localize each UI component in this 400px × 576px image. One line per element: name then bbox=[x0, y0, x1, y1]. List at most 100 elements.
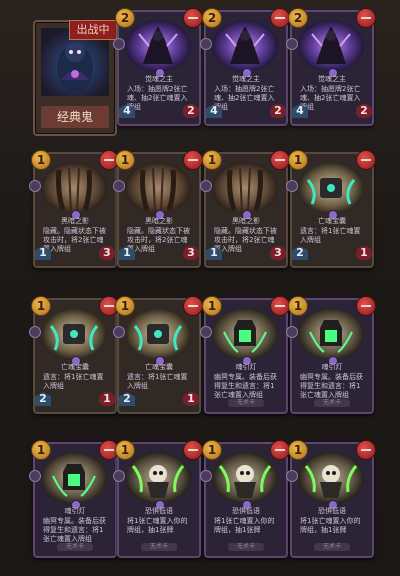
health-value: 1 bbox=[183, 392, 199, 406]
health-value: 2 bbox=[270, 104, 286, 118]
health-value: 3 bbox=[270, 246, 286, 260]
card-name: 恐惧低语 bbox=[145, 507, 173, 515]
card-footer: 无术卡 bbox=[314, 543, 350, 551]
deck-card[interactable]: 1 恐惧低语 将1张亡魂置入你的牌组，抽1张牌 无术卡 bbox=[200, 440, 290, 558]
rarity-gem-icon bbox=[200, 180, 212, 192]
rarity-gem-icon bbox=[29, 470, 41, 482]
deck-card[interactable]: 2 觉魂之主 入场：抽愿牌2张亡魂、抽2张亡魂置入牌组 4 2 bbox=[200, 8, 290, 126]
card-description: 幽冥专属。装备后获得复生和遗言：将1张亡魂置入牌组 bbox=[300, 373, 363, 399]
card-name: 亡魂宝囊 bbox=[61, 363, 89, 371]
remove-card-button[interactable] bbox=[270, 8, 290, 28]
card-cost: 1 bbox=[288, 150, 308, 170]
card-art bbox=[125, 452, 191, 504]
card-description: 将1张亡魂置入你的牌组，抽1张牌 bbox=[214, 517, 275, 534]
rarity-gem-icon bbox=[286, 470, 298, 482]
remove-card-button[interactable] bbox=[270, 150, 290, 170]
card-name: 魂引灯 bbox=[64, 507, 86, 515]
deck-card[interactable]: 1 亡魂宝囊 遗言：将1张亡魂置入牌组 2 1 bbox=[286, 150, 376, 268]
deck-card[interactable]: 2 觉魂之主 入场：抽愿牌2张亡魂、抽2张亡魂置入牌组 4 2 bbox=[113, 8, 203, 126]
remove-card-button[interactable] bbox=[183, 440, 203, 460]
card-footer: 无术卡 bbox=[57, 543, 93, 551]
rarity-gem-icon bbox=[200, 326, 212, 338]
card-art bbox=[212, 308, 278, 360]
card-art bbox=[298, 308, 364, 360]
card-name: 黑暗之影 bbox=[61, 217, 89, 225]
card-name: 亡魂宝囊 bbox=[318, 217, 346, 225]
deck-card[interactable]: 1 黑暗之影 隐藏。隐藏状态下被攻击时，将2张亡魂置入牌组 1 3 bbox=[29, 150, 119, 268]
card-art bbox=[125, 20, 191, 72]
health-value: 2 bbox=[356, 104, 372, 118]
rarity-gem-icon bbox=[200, 38, 212, 50]
deck-card[interactable]: 2 觉魂之主 入场：抽愿牌2张亡魂、抽2张亡魂置入牌组 4 2 bbox=[286, 8, 376, 126]
rarity-gem-icon bbox=[286, 180, 298, 192]
card-cost: 1 bbox=[115, 440, 135, 460]
card-name: 魂引灯 bbox=[321, 363, 343, 371]
deck-card[interactable]: 1 恐惧低语将1张亡魂置入你的牌组，抽1张牌无术卡 bbox=[286, 440, 376, 558]
health-value: 1 bbox=[99, 392, 115, 406]
remove-card-button[interactable] bbox=[270, 296, 290, 316]
card-art bbox=[212, 162, 278, 214]
hero-name: 经典鬼 bbox=[41, 106, 109, 128]
deck-card[interactable]: 1 黑暗之影 隐藏。隐藏状态下被攻击时，将2张亡魂置入牌组 1 3 bbox=[113, 150, 203, 268]
deployed-tag: 出战中 bbox=[69, 20, 117, 40]
health-value: 2 bbox=[183, 104, 199, 118]
card-art bbox=[298, 20, 364, 72]
remove-card-button[interactable] bbox=[356, 8, 376, 28]
card-name: 亡魂宝囊 bbox=[145, 363, 173, 371]
card-name: 黑暗之影 bbox=[232, 217, 260, 225]
deck-card[interactable]: 1 亡魂宝囊 遗言：将1张亡魂置入牌组 2 1 bbox=[29, 296, 119, 414]
card-art bbox=[212, 20, 278, 72]
rarity-gem-icon bbox=[200, 470, 212, 482]
card-art bbox=[41, 452, 107, 504]
card-art bbox=[125, 308, 191, 360]
card-description: 幽冥专属。装备后获得复生和遗言：将1张亡魂置入牌组 bbox=[214, 373, 277, 399]
card-cost: 1 bbox=[202, 296, 222, 316]
rarity-gem-icon bbox=[286, 38, 298, 50]
card-footer: 无术卡 bbox=[314, 399, 350, 407]
card-art bbox=[41, 162, 107, 214]
card-description: 将1张亡魂置入你的牌组，抽1张牌 bbox=[127, 517, 188, 534]
deck-card[interactable]: 1 亡魂宝囊 遗言：将1张亡魂置入牌组 2 1 bbox=[113, 296, 203, 414]
card-cost: 1 bbox=[202, 150, 222, 170]
card-footer: 无术卡 bbox=[228, 399, 264, 407]
remove-card-button[interactable] bbox=[183, 296, 203, 316]
card-description: 幽冥专属。装备后获得复生和遗言：将1张亡魂置入牌组 bbox=[43, 517, 106, 543]
remove-card-button[interactable] bbox=[183, 8, 203, 28]
remove-card-button[interactable] bbox=[183, 150, 203, 170]
card-cost: 2 bbox=[288, 8, 308, 28]
rarity-gem-icon bbox=[113, 38, 125, 50]
card-art bbox=[41, 308, 107, 360]
deck-card[interactable]: 1 魂引灯 幽冥专属。装备后获得复生和遗言：将1张亡魂置入牌组 无术卡 bbox=[29, 440, 119, 558]
remove-card-button[interactable] bbox=[356, 150, 376, 170]
rarity-gem-icon bbox=[113, 326, 125, 338]
deck-card[interactable]: 1 魂引灯幽冥专属。装备后获得复生和遗言：将1张亡魂置入牌组 无术卡 bbox=[286, 296, 376, 414]
card-footer: 无术卡 bbox=[141, 543, 177, 551]
card-art bbox=[125, 162, 191, 214]
remove-card-button[interactable] bbox=[356, 296, 376, 316]
card-art bbox=[298, 162, 364, 214]
card-cost: 2 bbox=[202, 8, 222, 28]
deck-card[interactable]: 1 黑暗之影 隐藏。隐藏状态下被攻击时，将2张亡魂置入牌组 1 3 bbox=[200, 150, 290, 268]
rarity-gem-icon bbox=[113, 180, 125, 192]
card-description: 将1张亡魂置入你的牌组，抽1张牌 bbox=[300, 517, 361, 534]
card-cost: 1 bbox=[115, 296, 135, 316]
rarity-gem-icon bbox=[113, 470, 125, 482]
card-name: 觉魂之主 bbox=[318, 75, 346, 83]
health-value: 1 bbox=[356, 246, 372, 260]
deck-card[interactable]: 1 魂引灯 幽冥专属。装备后获得复生和遗言：将1张亡魂置入牌组 无术卡 bbox=[200, 296, 290, 414]
card-cost: 1 bbox=[115, 150, 135, 170]
hero-panel[interactable]: 出战中 经典鬼 bbox=[33, 20, 117, 136]
card-cost: 1 bbox=[31, 150, 51, 170]
card-cost: 1 bbox=[288, 440, 308, 460]
card-cost: 1 bbox=[288, 296, 308, 316]
remove-card-button[interactable] bbox=[270, 440, 290, 460]
health-value: 3 bbox=[99, 246, 115, 260]
card-name: 恐惧低语 bbox=[318, 507, 346, 515]
card-footer: 无术卡 bbox=[228, 543, 264, 551]
deck-card[interactable]: 1 恐惧低语将1张亡魂置入你的牌组，抽1张牌无术卡 bbox=[113, 440, 203, 558]
rarity-gem-icon bbox=[29, 180, 41, 192]
card-cost: 1 bbox=[31, 296, 51, 316]
card-name: 觉魂之主 bbox=[232, 75, 260, 83]
remove-card-button[interactable] bbox=[356, 440, 376, 460]
card-name: 恐惧低语 bbox=[232, 507, 260, 515]
